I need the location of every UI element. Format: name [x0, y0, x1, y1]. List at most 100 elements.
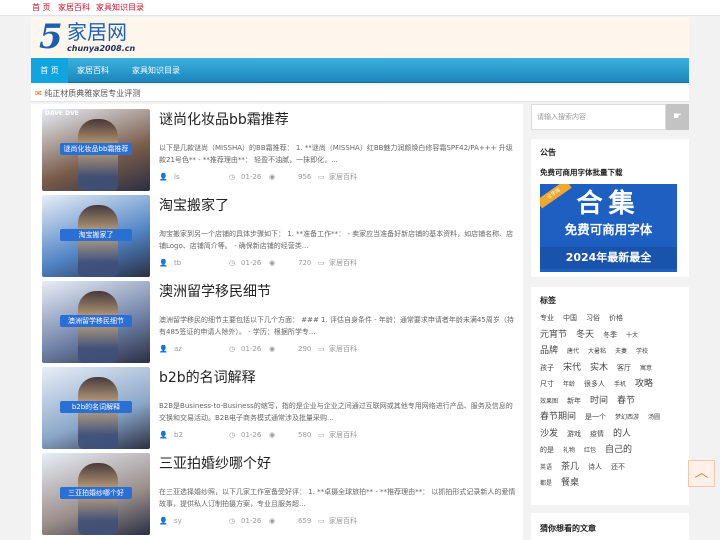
thumbnail-figure: [78, 119, 118, 191]
font-ad-banner[interactable]: 合集 免费可商用字体 2024年最新最全 全字库: [540, 184, 677, 272]
eye-icon: ◉: [269, 173, 276, 181]
tag-link[interactable]: 效果图: [540, 395, 558, 408]
tag-link[interactable]: 年龄: [563, 378, 575, 391]
search-button[interactable]: ☛: [666, 104, 689, 130]
post-item: 三亚拍婚纱哪个好 三亚拍婚纱哪个好 在三亚选择婚纱照，以下几家工作室备受好评： 1.…: [42, 453, 516, 535]
tag-link[interactable]: 春节: [617, 395, 635, 408]
tag-link[interactable]: 都是: [540, 477, 552, 490]
nav-item-catalog[interactable]: 家具知识目录: [120, 58, 192, 83]
eye-icon: ◉: [269, 259, 276, 267]
tag-link[interactable]: 时间: [590, 395, 608, 408]
post-title[interactable]: b2b的名词解释: [159, 369, 256, 387]
tag-link[interactable]: 客厅: [617, 362, 631, 375]
tag-link[interactable]: 寓意: [640, 362, 652, 375]
notice-bar: ✉ 纯正材质典雅家居专业评测: [31, 85, 689, 102]
notice-text: 纯正材质典雅家居专业评测: [44, 89, 141, 98]
post-views: 720: [298, 259, 312, 267]
tag-link[interactable]: 茶几: [561, 461, 579, 474]
tag-link[interactable]: 实木: [590, 362, 608, 375]
tag-link[interactable]: 新年: [567, 395, 581, 408]
folder-icon: ▭: [318, 431, 325, 439]
post-list: 谜尚化妆品bb霜推荐 DAVE DVE 谜尚化妆品bb霜推荐 以下是几款谜尚（MISS…: [31, 104, 523, 540]
ad-footer: 2024年最新最全: [540, 247, 677, 269]
tag-link[interactable]: 冬季: [603, 329, 617, 342]
search-input[interactable]: 请输入搜索内容: [531, 104, 666, 130]
main-nav: 首 页 家居百科 家具知识目录: [31, 58, 689, 83]
post-date: 01-26: [241, 173, 262, 181]
tag-link[interactable]: 尺寸: [540, 378, 554, 391]
post-title[interactable]: 澳洲留学移民细节: [159, 283, 271, 301]
ad-subline: 免费可商用字体: [564, 222, 653, 237]
post-title[interactable]: 三亚拍婚纱哪个好: [159, 455, 271, 473]
tag-link[interactable]: 英语: [540, 461, 552, 474]
post-category[interactable]: 家居百科: [329, 516, 357, 526]
guess-widget: 猜你想看的文章: [531, 513, 689, 540]
post-author: sy: [174, 517, 182, 525]
tag-link[interactable]: 品牌: [540, 345, 558, 358]
post-title[interactable]: 谜尚化妆品bb霜推荐: [159, 111, 289, 129]
top-link-home[interactable]: 首 页: [32, 0, 51, 15]
post-thumbnail[interactable]: 三亚拍婚纱哪个好: [42, 453, 150, 535]
tag-link[interactable]: 的人: [613, 428, 631, 441]
tag-link[interactable]: 很多人: [584, 378, 605, 391]
tag-link[interactable]: 价格: [609, 312, 623, 325]
tag-link[interactable]: 中国: [563, 312, 577, 325]
folder-icon: ▭: [318, 517, 325, 525]
top-bar: 首 页 家居百科 家具知识目录: [0, 0, 720, 16]
top-link-catalog[interactable]: 家具知识目录: [96, 0, 144, 15]
tag-link[interactable]: 春节期间: [540, 411, 576, 424]
post-thumbnail[interactable]: 澳洲留学移民细节: [42, 281, 150, 363]
post-thumbnail[interactable]: 淘宝搬家了: [42, 195, 150, 277]
tag-link[interactable]: 夫妻: [615, 345, 627, 358]
post-category[interactable]: 家居百科: [329, 344, 357, 354]
post-date: 01-26: [241, 345, 262, 353]
tag-link[interactable]: 手机: [614, 378, 626, 391]
site-logo[interactable]: 5 家居网 chunya2008.cn: [39, 20, 159, 56]
tag-link[interactable]: 宋代: [563, 362, 581, 375]
tag-link[interactable]: 沙发: [540, 428, 558, 441]
tag-link[interactable]: 梦幻西游: [615, 411, 639, 424]
eye-icon: ◉: [269, 431, 276, 439]
post-thumbnail[interactable]: 谜尚化妆品bb霜推荐 DAVE DVE: [42, 109, 150, 191]
thumbnail-figure: [78, 463, 118, 535]
tag-link[interactable]: 疫情: [590, 428, 604, 441]
thumbnail-label: 澳洲留学移民细节: [60, 315, 132, 327]
back-to-top-button[interactable]: ︿: [688, 460, 715, 487]
top-link-baike[interactable]: 家居百科: [58, 0, 90, 15]
tag-link[interactable]: 冬天: [576, 329, 594, 342]
post-excerpt: B2B是Business-to-Business的缩写，指的是企业与企业之间通过…: [159, 402, 513, 422]
tag-link[interactable]: 的是: [540, 444, 554, 457]
tag-link[interactable]: 自己的: [605, 444, 632, 457]
tag-link[interactable]: 大暑粘: [588, 345, 606, 358]
tag-link[interactable]: 餐桌: [561, 477, 579, 490]
tag-link[interactable]: 习俗: [586, 312, 600, 325]
post-title[interactable]: 淘宝搬家了: [159, 197, 229, 215]
tag-link[interactable]: 学校: [636, 345, 648, 358]
tag-link[interactable]: 还不: [611, 461, 625, 474]
tag-link[interactable]: 汤圆: [648, 411, 660, 424]
post-category[interactable]: 家居百科: [329, 430, 357, 440]
tag-link[interactable]: 攻略: [635, 378, 653, 391]
tag-link[interactable]: 是一个: [585, 411, 606, 424]
post-item: 澳洲留学移民细节 澳洲留学移民细节 澳洲留学移民的细节主要包括以下几个方面： ###…: [42, 281, 516, 363]
nav-item-home[interactable]: 首 页: [31, 58, 68, 83]
tag-link[interactable]: 唐代: [567, 345, 579, 358]
post-thumbnail[interactable]: b2b的名词解释: [42, 367, 150, 449]
post-category[interactable]: 家居百科: [329, 258, 357, 268]
author-icon: 👤: [159, 517, 168, 525]
nav-item-baike[interactable]: 家居百科: [70, 58, 116, 83]
tag-link[interactable]: 诗人: [588, 461, 602, 474]
tag-link[interactable]: 红包: [584, 444, 596, 457]
tag-link[interactable]: 元宵节: [540, 329, 567, 342]
thumbnail-figure: [78, 377, 118, 449]
tag-link[interactable]: 孩子: [540, 362, 554, 375]
tags-title: 标签: [540, 296, 556, 305]
tag-link[interactable]: 礼物: [563, 444, 575, 457]
thumbnail-figure: [78, 291, 118, 363]
post-category[interactable]: 家居百科: [329, 172, 357, 182]
folder-icon: ▭: [318, 259, 325, 267]
tag-link[interactable]: 专业: [540, 312, 554, 325]
tag-link[interactable]: 十大: [626, 329, 638, 342]
tag-link[interactable]: 游戏: [567, 428, 581, 441]
announcement-link[interactable]: 免费可商用字体批量下载: [540, 167, 623, 178]
